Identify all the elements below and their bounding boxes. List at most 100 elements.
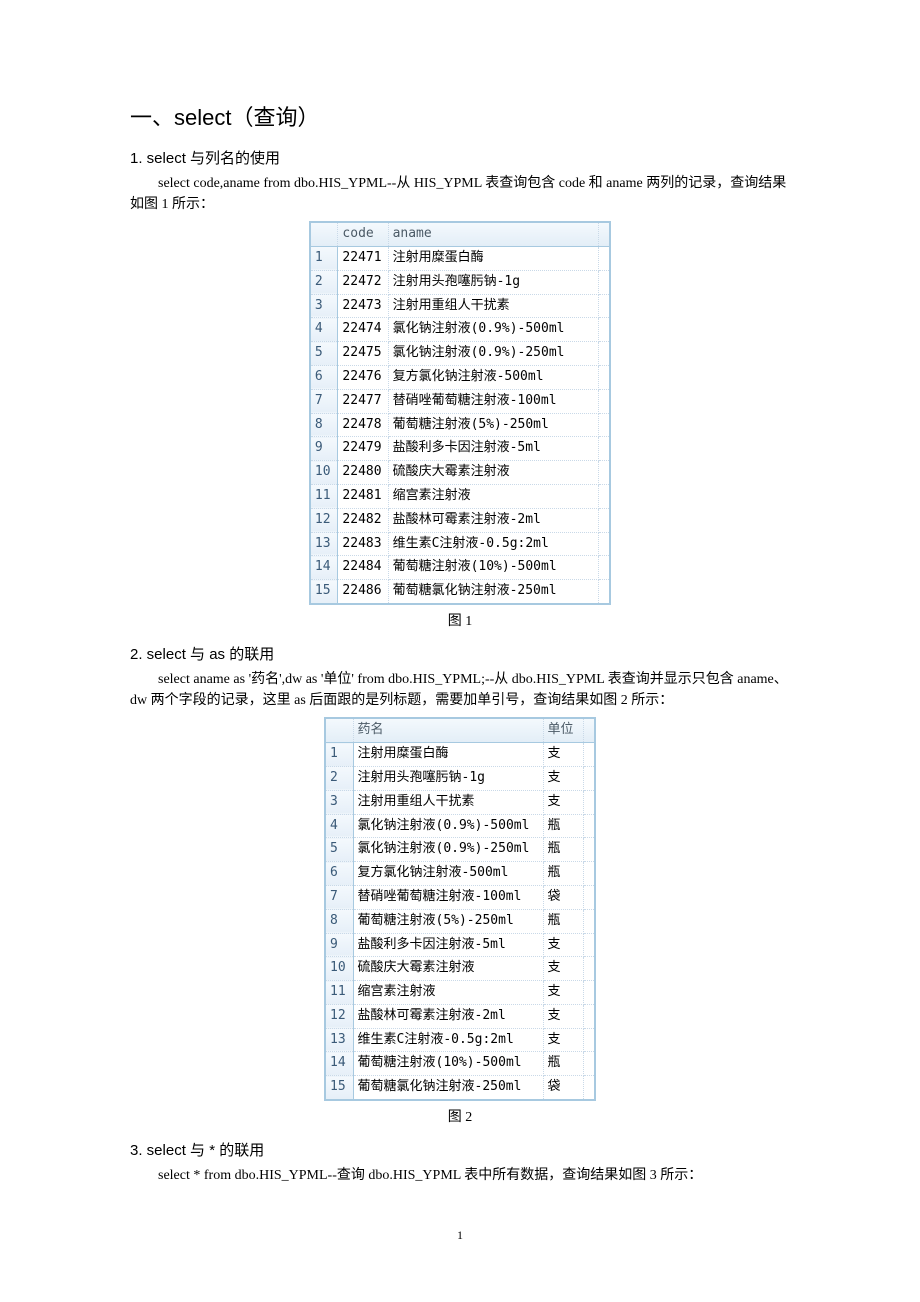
table-row: 12盐酸林可霉素注射液-2ml支	[325, 1004, 595, 1028]
dw-cell: 支	[543, 743, 583, 767]
dw-cell: 瓶	[543, 862, 583, 886]
table-row: 822478葡萄糖注射液(5%)-250ml	[310, 413, 610, 437]
name-cell: 替硝唑葡萄糖注射液-100ml	[353, 885, 543, 909]
sub2-heading: 2. select 与 as 的联用	[130, 643, 790, 667]
name-cell: 盐酸利多卡因注射液-5ml	[353, 933, 543, 957]
rownum-cell: 1	[325, 743, 353, 767]
rownum-cell: 15	[325, 1076, 353, 1100]
trailing-cell	[583, 933, 595, 957]
dw-cell: 支	[543, 957, 583, 981]
table-row: 15葡萄糖氯化钠注射液-250ml袋	[325, 1076, 595, 1100]
table-row: 522475氯化钠注射液(0.9%)-250ml	[310, 342, 610, 366]
code-cell: 22481	[338, 484, 388, 508]
trailing-cell	[583, 1052, 595, 1076]
trailing-cell	[583, 885, 595, 909]
trailing-cell	[583, 909, 595, 933]
code-cell: 22471	[338, 246, 388, 270]
table-row: 14葡萄糖注射液(10%)-500ml瓶	[325, 1052, 595, 1076]
name-cell: 葡萄糖氯化钠注射液-250ml	[353, 1076, 543, 1100]
rownum-cell: 9	[310, 437, 338, 461]
rownum-cell: 3	[325, 790, 353, 814]
table-row: 1122481缩宫素注射液	[310, 484, 610, 508]
rownum-cell: 13	[310, 532, 338, 556]
code-cell: 22486	[338, 580, 388, 604]
dw-cell: 支	[543, 981, 583, 1005]
trailing-cell	[598, 484, 610, 508]
rownum-cell: 6	[310, 365, 338, 389]
sub1-heading: 1. select 与列名的使用	[130, 147, 790, 171]
dw-cell: 支	[543, 1028, 583, 1052]
trailing-cell	[598, 437, 610, 461]
code-cell: 22476	[338, 365, 388, 389]
rownum-cell: 8	[310, 413, 338, 437]
table-row: 13维生素C注射液-0.5g:2ml支	[325, 1028, 595, 1052]
trailing-cell	[598, 508, 610, 532]
trailing-cell	[598, 532, 610, 556]
rownum-cell: 13	[325, 1028, 353, 1052]
name-cell: 复方氯化钠注射液-500ml	[353, 862, 543, 886]
rownum-cell: 5	[325, 838, 353, 862]
name-cell: 葡萄糖注射液(10%)-500ml	[353, 1052, 543, 1076]
aname-cell: 盐酸利多卡因注射液-5ml	[388, 437, 598, 461]
name-cell: 氯化钠注射液(0.9%)-500ml	[353, 814, 543, 838]
table-row: 322473注射用重组人干扰素	[310, 294, 610, 318]
aname-cell: 注射用头孢噻肟钠-1g	[388, 270, 598, 294]
rownum-cell: 10	[310, 461, 338, 485]
trailing-col	[583, 718, 595, 742]
corner-cell	[310, 222, 338, 246]
trailing-cell	[598, 556, 610, 580]
trailing-cell	[598, 365, 610, 389]
table-row: 1022480硫酸庆大霉素注射液	[310, 461, 610, 485]
trailing-cell	[598, 246, 610, 270]
trailing-cell	[583, 1028, 595, 1052]
rownum-cell: 7	[325, 885, 353, 909]
table-row: 7替硝唑葡萄糖注射液-100ml袋	[325, 885, 595, 909]
dw-cell: 袋	[543, 1076, 583, 1100]
trailing-cell	[583, 790, 595, 814]
dw-cell: 瓶	[543, 909, 583, 933]
trailing-cell	[583, 766, 595, 790]
rownum-cell: 9	[325, 933, 353, 957]
table-row: 9盐酸利多卡因注射液-5ml支	[325, 933, 595, 957]
rownum-cell: 15	[310, 580, 338, 604]
col-header-code: code	[338, 222, 388, 246]
table-row: 1522486葡萄糖氯化钠注射液-250ml	[310, 580, 610, 604]
result-grid-2: 药名 单位 1注射用糜蛋白酶支2注射用头孢噻肟钠-1g支3注射用重组人干扰素支4…	[324, 717, 596, 1101]
code-cell: 22479	[338, 437, 388, 461]
trailing-cell	[583, 743, 595, 767]
dw-cell: 袋	[543, 885, 583, 909]
trailing-col	[598, 222, 610, 246]
rownum-cell: 4	[310, 318, 338, 342]
rownum-cell: 7	[310, 389, 338, 413]
trailing-cell	[583, 814, 595, 838]
name-cell: 氯化钠注射液(0.9%)-250ml	[353, 838, 543, 862]
aname-cell: 缩宫素注射液	[388, 484, 598, 508]
code-cell: 22484	[338, 556, 388, 580]
code-cell: 22477	[338, 389, 388, 413]
table2-wrap: 药名 单位 1注射用糜蛋白酶支2注射用头孢噻肟钠-1g支3注射用重组人干扰素支4…	[130, 717, 790, 1101]
code-cell: 22482	[338, 508, 388, 532]
aname-cell: 复方氯化钠注射液-500ml	[388, 365, 598, 389]
aname-cell: 盐酸林可霉素注射液-2ml	[388, 508, 598, 532]
dw-cell: 瓶	[543, 838, 583, 862]
code-cell: 22472	[338, 270, 388, 294]
caption-2: 图 2	[130, 1107, 790, 1129]
sub2-text: select aname as '药名',dw as '单位' from dbo…	[130, 669, 790, 711]
trailing-cell	[598, 318, 610, 342]
trailing-cell	[598, 580, 610, 604]
section-title: 一、select（查询）	[130, 100, 790, 135]
trailing-cell	[598, 342, 610, 366]
trailing-cell	[583, 862, 595, 886]
table-row: 122471注射用糜蛋白酶	[310, 246, 610, 270]
trailing-cell	[583, 838, 595, 862]
trailing-cell	[598, 294, 610, 318]
dw-cell: 支	[543, 766, 583, 790]
col-header-dw: 单位	[543, 718, 583, 742]
aname-cell: 硫酸庆大霉素注射液	[388, 461, 598, 485]
table-row: 1322483维生素C注射液-0.5g:2ml	[310, 532, 610, 556]
corner-cell	[325, 718, 353, 742]
table-row: 422474氯化钠注射液(0.9%)-500ml	[310, 318, 610, 342]
code-cell: 22483	[338, 532, 388, 556]
col-header-aname: aname	[388, 222, 598, 246]
sub3-heading: 3. select 与 * 的联用	[130, 1139, 790, 1163]
